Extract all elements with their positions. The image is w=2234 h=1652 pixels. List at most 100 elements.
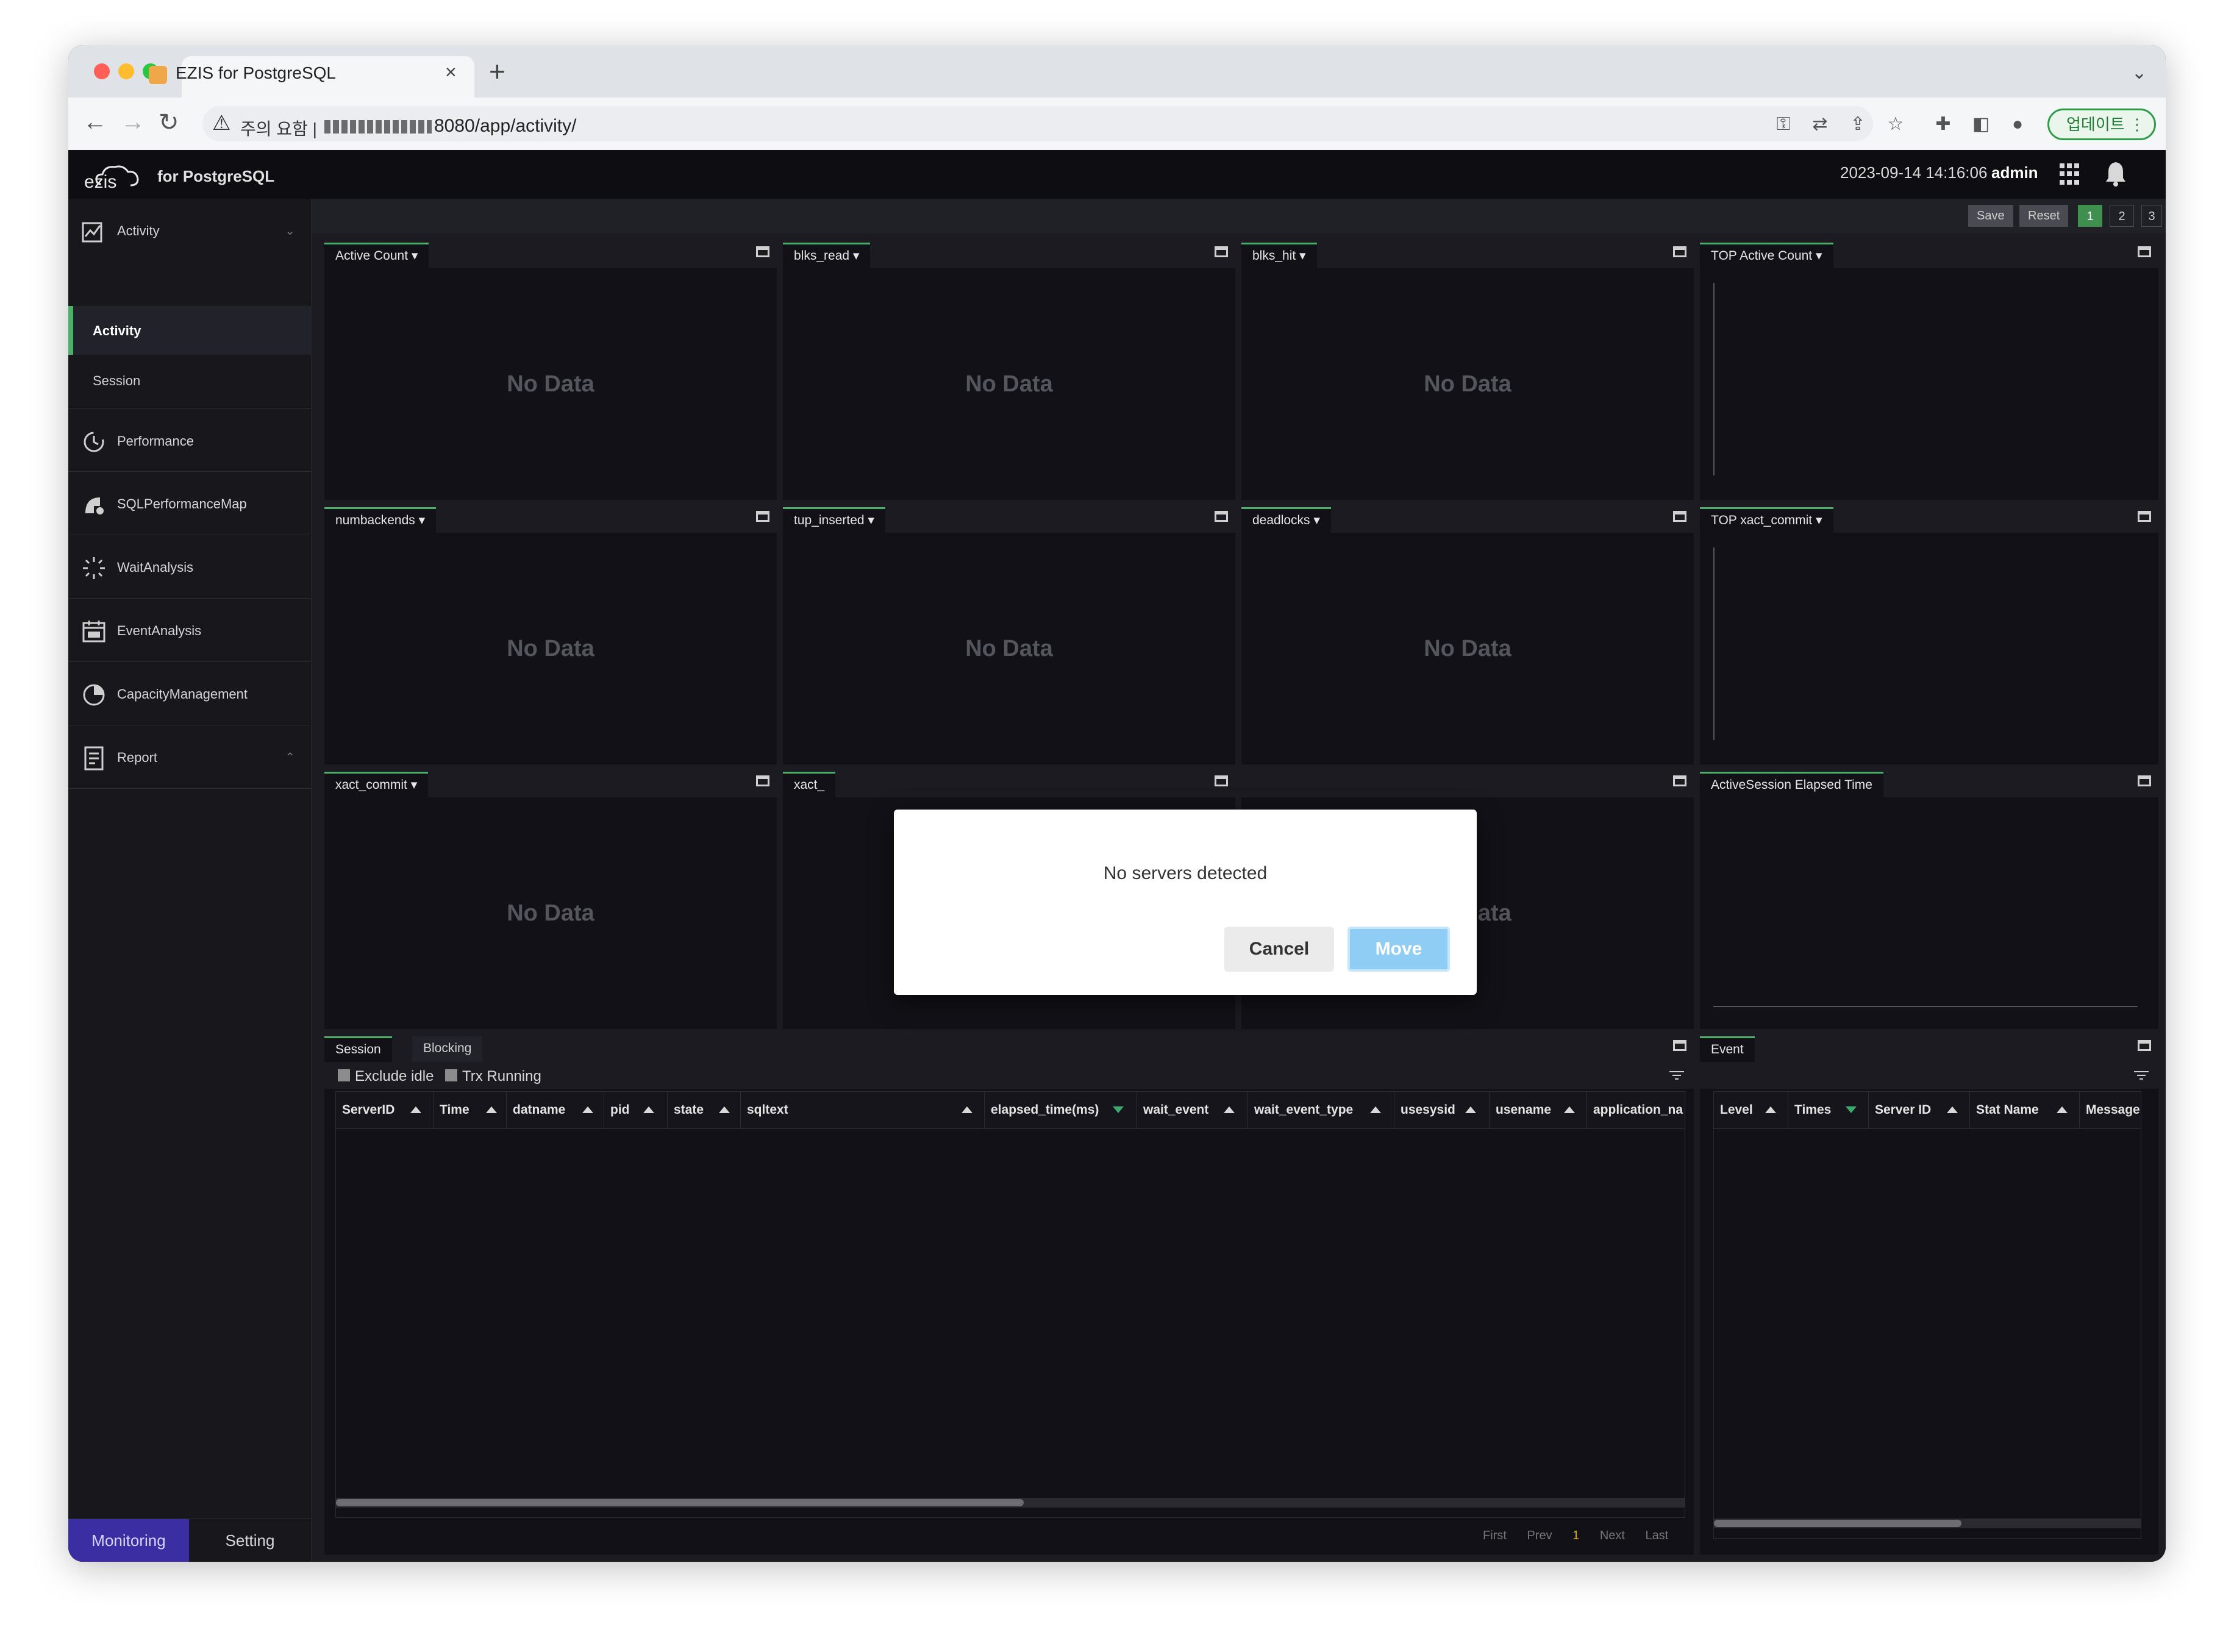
panel-title-dropdown[interactable]: tup_inserted ▾ (783, 507, 885, 533)
sidebar-item-performance[interactable]: Performance (68, 408, 311, 472)
new-tab-button[interactable]: + (489, 55, 505, 88)
filter-icon[interactable] (1669, 1070, 1684, 1080)
col-time[interactable]: Time (434, 1092, 507, 1128)
save-button[interactable]: Save (1968, 205, 2013, 227)
col-pid[interactable]: pid (604, 1092, 668, 1128)
pager-first[interactable]: First (1483, 1529, 1507, 1542)
maximize-icon[interactable] (1215, 511, 1228, 522)
tab-search-chevron-icon[interactable]: ⌄ (2132, 62, 2147, 84)
setting-button[interactable]: Setting (189, 1519, 311, 1562)
col-wait-event[interactable]: wait_event (1137, 1092, 1248, 1128)
warning-icon[interactable]: ⚠ (212, 111, 230, 135)
tab-close-icon[interactable]: × (445, 61, 457, 84)
page-button-3[interactable]: 3 (2141, 205, 2162, 227)
col-sqltext[interactable]: sqltext (741, 1092, 985, 1128)
col-serverid[interactable]: ServerID (336, 1092, 434, 1128)
col-wait-event-type[interactable]: wait_event_type (1248, 1092, 1394, 1128)
maximize-icon[interactable] (1673, 246, 1686, 257)
bell-icon[interactable] (2105, 160, 2127, 187)
monitoring-button[interactable]: Monitoring (68, 1519, 189, 1562)
panel-title[interactable]: ActiveSession Elapsed Time (1700, 772, 1883, 797)
move-button[interactable]: Move (1347, 927, 1450, 972)
reset-button[interactable]: Reset (2019, 205, 2069, 227)
maximize-icon[interactable] (2138, 511, 2151, 522)
page-button-1[interactable]: 1 (2078, 205, 2102, 227)
col-usesysid[interactable]: usesysid (1394, 1092, 1490, 1128)
sidebar-subitem-session[interactable]: Session (68, 355, 311, 404)
sidebar-item-capacitymanagement[interactable]: CapacityManagement (68, 662, 311, 725)
ezis-logo-icon[interactable]: ezis (84, 161, 151, 189)
maximize-icon[interactable] (756, 775, 769, 786)
filter-icon[interactable] (2134, 1070, 2149, 1080)
panel-title-dropdown[interactable]: xact_ (783, 772, 836, 797)
col-application-name[interactable]: application_na (1587, 1092, 1685, 1128)
extensions-icon[interactable]: ✚ (1933, 115, 1954, 134)
maximize-icon[interactable] (1673, 775, 1686, 786)
panel-title-dropdown[interactable]: deadlocks ▾ (1241, 507, 1331, 533)
col-message[interactable]: Message (2080, 1092, 2141, 1128)
col-stat-name[interactable]: Stat Name (1970, 1092, 2080, 1128)
scrollbar-thumb[interactable] (336, 1499, 1024, 1506)
sidebar-item-activity[interactable]: Activity ⌄ (68, 199, 311, 306)
panel-title-dropdown[interactable]: TOP xact_commit ▾ (1700, 507, 1833, 533)
scrollbar-thumb[interactable] (1714, 1520, 1961, 1527)
back-arrow-icon[interactable]: ← (83, 109, 107, 136)
sidebar-item-report[interactable]: Report ⌃ (68, 725, 311, 789)
col-usename[interactable]: usename (1490, 1092, 1587, 1128)
pager-last[interactable]: Last (1646, 1529, 1669, 1542)
panel-title-dropdown[interactable]: Active Count ▾ (324, 243, 429, 268)
translate-icon[interactable]: ⇄ (1810, 115, 1830, 134)
exclude-idle-checkbox[interactable] (338, 1069, 350, 1081)
col-server-id[interactable]: Server ID (1869, 1092, 1970, 1128)
tab-event[interactable]: Event (1700, 1036, 1755, 1062)
pager-prev[interactable]: Prev (1527, 1529, 1552, 1542)
panel-header (783, 768, 1235, 797)
session-horizontal-scrollbar[interactable] (336, 1498, 1685, 1508)
security-warning-label[interactable]: 주의 요함 | (240, 116, 317, 140)
sidebar-item-waitanalysis[interactable]: WaitAnalysis (68, 535, 311, 599)
maximize-icon[interactable] (1215, 246, 1228, 257)
reload-icon[interactable]: ↻ (159, 109, 179, 137)
side-panel-icon[interactable]: ◧ (1971, 115, 1991, 134)
sidebar-item-eventanalysis[interactable]: EventAnalysis (68, 599, 311, 662)
panel-title-dropdown[interactable]: blks_read ▾ (783, 243, 871, 268)
profile-icon[interactable]: ● (2007, 115, 2028, 134)
sidebar-item-sqlperformancemap[interactable]: SQLPerformanceMap (68, 472, 311, 535)
event-horizontal-scrollbar[interactable] (1714, 1518, 2141, 1528)
maximize-icon[interactable] (1673, 1040, 1686, 1051)
page-button-2[interactable]: 2 (2110, 205, 2134, 227)
pager-current[interactable]: 1 (1572, 1529, 1579, 1542)
share-icon[interactable]: ⇪ (1847, 115, 1868, 134)
minimize-window-button[interactable] (118, 63, 134, 79)
maximize-icon[interactable] (756, 246, 769, 257)
tab-blocking[interactable]: Blocking (412, 1036, 483, 1062)
bookmark-star-icon[interactable]: ☆ (1885, 115, 1906, 134)
col-level[interactable]: Level (1714, 1092, 1788, 1128)
maximize-icon[interactable] (1673, 511, 1686, 522)
maximize-icon[interactable] (1215, 775, 1228, 786)
panel-title-dropdown[interactable]: xact_commit ▾ (324, 772, 429, 797)
trx-running-checkbox[interactable] (445, 1069, 457, 1081)
col-times[interactable]: Times (1788, 1092, 1869, 1128)
panel-title-dropdown[interactable]: TOP Active Count ▾ (1700, 243, 1833, 268)
maximize-icon[interactable] (2138, 1040, 2151, 1051)
maximize-icon[interactable] (2138, 775, 2151, 786)
maximize-icon[interactable] (756, 511, 769, 522)
col-elapsed-time[interactable]: elapsed_time(ms) (985, 1092, 1137, 1128)
panel-title-dropdown[interactable]: numbackends ▾ (324, 507, 437, 533)
header-username[interactable]: admin (1991, 163, 2038, 182)
col-datname[interactable]: datname (507, 1092, 604, 1128)
forward-arrow-icon[interactable]: → (121, 109, 145, 136)
maximize-icon[interactable] (2138, 246, 2151, 257)
app-grid-icon[interactable] (2060, 163, 2082, 185)
update-button[interactable]: 업데이트 ⋮ (2047, 109, 2156, 140)
tab-session[interactable]: Session (324, 1036, 392, 1062)
cancel-button[interactable]: Cancel (1224, 927, 1334, 972)
url-text[interactable]: 8080/app/activity/ (324, 116, 576, 137)
close-window-button[interactable] (94, 63, 110, 79)
pager-next[interactable]: Next (1600, 1529, 1625, 1542)
sidebar-subitem-activity[interactable]: Activity (68, 306, 311, 355)
key-icon[interactable]: ⚿ (1773, 115, 1794, 134)
panel-title-dropdown[interactable]: blks_hit ▾ (1241, 243, 1317, 268)
col-state[interactable]: state (668, 1092, 741, 1128)
